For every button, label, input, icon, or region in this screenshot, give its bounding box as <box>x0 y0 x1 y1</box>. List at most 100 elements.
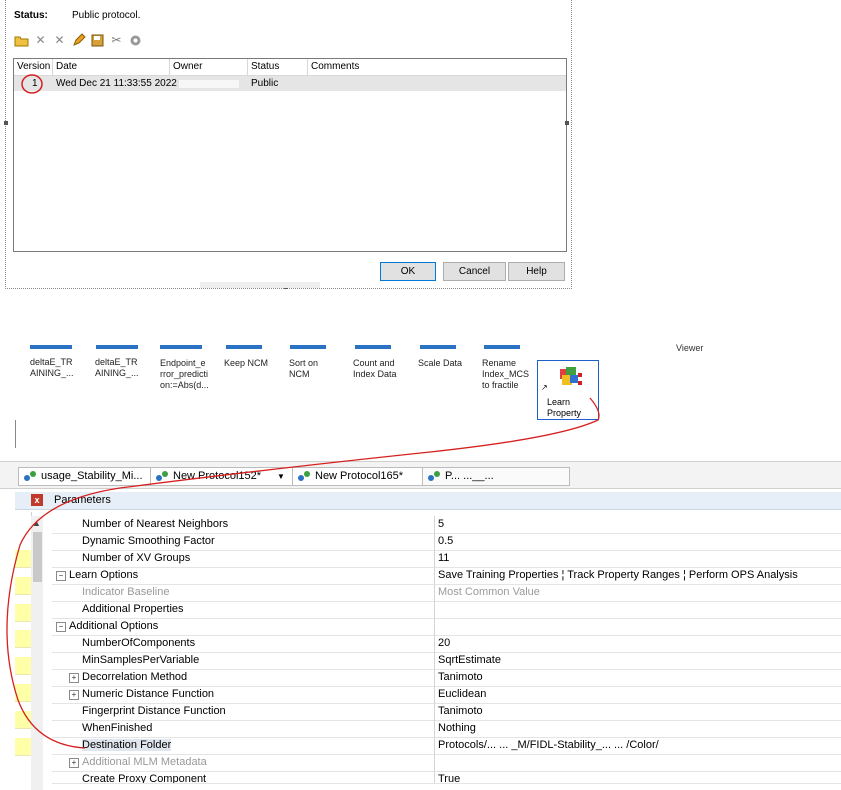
save-icon[interactable] <box>90 33 105 48</box>
param-name: Fingerprint Distance Function <box>82 705 226 717</box>
node-bar <box>355 345 391 349</box>
param-row[interactable]: Create Proxy Component True <box>52 771 841 784</box>
col-owner[interactable]: Owner <box>173 61 202 72</box>
node-bar <box>290 345 326 349</box>
parameters-grid: Number of Nearest Neighbors 5 Dynamic Sm… <box>52 515 841 790</box>
tab-label: New Protocol165* <box>315 470 404 482</box>
collapse-icon[interactable]: − <box>56 622 66 632</box>
workflow-node-label[interactable]: Sort on NCM <box>289 358 318 380</box>
param-row[interactable]: Fingerprint Distance Function Tanimoto <box>52 703 841 721</box>
param-value[interactable]: Euclidean <box>438 688 486 700</box>
param-name: Additional MLM Metadata <box>82 756 207 768</box>
learn-property-node[interactable]: ↗ Learn Property <box>537 360 599 420</box>
param-row[interactable]: + Numeric Distance Function Euclidean <box>52 686 841 704</box>
param-row[interactable]: Number of XV Groups 11 <box>52 550 841 568</box>
param-value[interactable]: 20 <box>438 637 450 649</box>
workflow-node-label[interactable]: Keep NCM <box>224 358 268 369</box>
param-value[interactable]: 0.5 <box>438 535 453 547</box>
tab-usage-stability[interactable]: usage_Stability_Mi... <box>18 467 166 486</box>
version-table-header: Version Date Owner Status Comments <box>14 59 566 76</box>
param-value[interactable]: Tanimoto <box>438 671 483 683</box>
workflow-node-label[interactable]: Scale Data <box>418 358 462 369</box>
protocol-icon <box>24 471 36 481</box>
scrollbar-thumb[interactable] <box>33 532 42 582</box>
version-dialog: Status: Public protocol. ✕ ✕ ✂ Version D… <box>5 0 572 289</box>
tag-icon[interactable] <box>128 33 143 48</box>
param-row[interactable]: NumberOfComponents 20 <box>52 635 841 653</box>
cell-version: 1 <box>32 78 38 89</box>
resize-grip[interactable] <box>4 121 8 125</box>
param-value[interactable]: SqrtEstimate <box>438 654 501 666</box>
help-button[interactable]: Help <box>508 262 565 281</box>
param-value[interactable]: Most Common Value <box>438 586 540 598</box>
tab-label: New Protocol152* <box>173 470 262 482</box>
col-comments[interactable]: Comments <box>311 61 359 72</box>
param-name: Number of XV Groups <box>82 552 191 564</box>
param-row-destination-folder[interactable]: Destination Folder Protocols/... ... _M/… <box>52 737 841 755</box>
delete-icon[interactable]: ✕ <box>33 33 48 48</box>
collapse-icon[interactable]: − <box>56 571 66 581</box>
param-name: WhenFinished <box>82 722 153 734</box>
param-row[interactable]: Dynamic Smoothing Factor 0.5 <box>52 533 841 551</box>
expand-icon[interactable]: + <box>69 758 79 768</box>
cut-icon[interactable]: ✂ <box>109 33 124 48</box>
version-table: Version Date Owner Status Comments 1 Wed… <box>13 58 567 252</box>
param-value[interactable]: Save Training Properties ¦ Track Propert… <box>438 569 798 581</box>
param-value[interactable]: 5 <box>438 518 444 530</box>
param-row[interactable]: Indicator Baseline Most Common Value <box>52 584 841 602</box>
learn-model-icon <box>560 367 582 385</box>
table-row[interactable]: 1 Wed Dec 21 11:33:55 2022 Public <box>14 76 566 91</box>
param-name: Dynamic Smoothing Factor <box>82 535 215 547</box>
param-name: Indicator Baseline <box>82 586 170 598</box>
col-date[interactable]: Date <box>56 61 77 72</box>
resize-grip[interactable] <box>565 121 569 125</box>
workflow-node-label[interactable]: deltaE_TR AINING_... <box>95 357 139 379</box>
cancel-button[interactable]: Cancel <box>443 262 506 281</box>
highlight-row <box>15 684 31 702</box>
tab-new-protocol-152[interactable]: New Protocol152* ▼ <box>150 467 310 486</box>
param-value[interactable]: Nothing <box>438 722 476 734</box>
edit-pencil-icon[interactable] <box>71 33 86 48</box>
scroll-up-icon[interactable]: ▲ <box>32 518 41 528</box>
param-name: Numeric Distance Function <box>82 688 215 700</box>
protocol-icon <box>428 471 440 481</box>
protocol-tab-strip: usage_Stability_Mi... New Protocol152* ▼… <box>0 461 841 489</box>
node-bar <box>160 345 202 349</box>
cell-date: Wed Dec 21 11:33:55 2022 <box>56 78 177 89</box>
param-row[interactable]: + Decorrelation Method Tanimoto <box>52 669 841 687</box>
tab-active-redacted[interactable]: P... ...__... <box>422 467 570 486</box>
param-row[interactable]: WhenFinished Nothing <box>52 720 841 738</box>
workflow-node-label[interactable]: Rename Index_MCS to fractile <box>482 358 529 391</box>
col-status[interactable]: Status <box>251 61 279 72</box>
param-group-row[interactable]: + Additional MLM Metadata <box>52 754 841 772</box>
param-group-row[interactable]: − Additional Options <box>52 618 841 636</box>
delete-all-icon[interactable]: ✕ <box>52 33 67 48</box>
param-group-row[interactable]: − Learn Options Save Training Properties… <box>52 567 841 585</box>
param-name: Destination Folder <box>82 739 172 751</box>
open-folder-icon[interactable] <box>14 33 29 48</box>
workflow-node-label[interactable]: Count and Index Data <box>353 358 397 380</box>
dropdown-arrow-icon[interactable]: ▼ <box>277 468 285 485</box>
param-row[interactable]: MinSamplesPerVariable SqrtEstimate <box>52 652 841 670</box>
ok-button[interactable]: OK <box>380 262 436 281</box>
param-value[interactable]: 11 <box>438 552 449 564</box>
param-row[interactable]: Additional Properties <box>52 601 841 619</box>
node-bar <box>420 345 456 349</box>
background-strip <box>200 282 320 288</box>
tab-label: usage_Stability_Mi... <box>41 470 143 482</box>
close-icon[interactable]: x <box>31 494 43 506</box>
viewer-node-label[interactable]: Viewer <box>676 343 703 353</box>
workflow-node-label[interactable]: deltaE_TR AINING_... <box>30 357 74 379</box>
node-bar <box>96 345 138 349</box>
expand-icon[interactable]: + <box>69 673 79 683</box>
param-name: Additional Options <box>69 620 159 632</box>
param-value[interactable]: Protocols/... ... _M/FIDL-Stability_... … <box>438 739 659 751</box>
highlight-row <box>15 577 31 595</box>
workflow-node-label[interactable]: Endpoint_e rror_predicti on:=Abs(d... <box>160 358 209 391</box>
param-row[interactable]: Number of Nearest Neighbors 5 <box>52 516 841 534</box>
tab-new-protocol-165[interactable]: New Protocol165* <box>292 467 440 486</box>
col-version[interactable]: Version <box>17 61 50 72</box>
param-value[interactable]: Tanimoto <box>438 705 483 717</box>
expand-icon[interactable]: + <box>69 690 79 700</box>
param-value[interactable]: True <box>438 773 460 783</box>
